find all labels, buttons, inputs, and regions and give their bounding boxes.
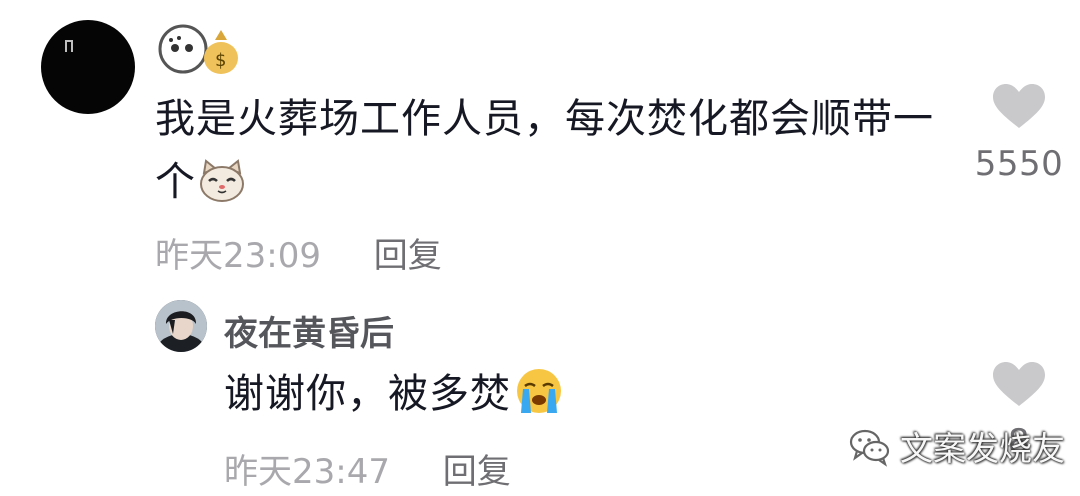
like-count: 5550 [974, 144, 1064, 184]
comment-username-emoji[interactable]: $ [155, 22, 245, 76]
reply-time: 昨天23:47 [224, 452, 390, 492]
reply-text: 谢谢你，被多焚 [224, 364, 565, 432]
money-bag-face-icon: $ [158, 24, 238, 74]
crying-face-icon [513, 367, 565, 432]
wechat-icon [849, 429, 890, 467]
like-button[interactable]: 5550 [964, 84, 1074, 184]
reply-body: 谢谢你，被多焚 [224, 371, 511, 417]
heart-icon [993, 362, 1045, 406]
comment-body: 我是火葬场工作人员，每次焚化都会顺带一个 [155, 96, 934, 205]
watermark: 文案发烧友 [848, 418, 1073, 474]
avatar-image [155, 300, 207, 352]
comment-thread: $ 我是火葬场工作人员，每次焚化都会顺带一个 昨天23:09 回复 5550 夜… [0, 0, 1080, 496]
watermark-text: 文案发烧友 [900, 429, 1065, 468]
cat-face-icon [198, 159, 246, 222]
comment-meta: 昨天23:09 回复 [155, 228, 442, 277]
comment-time: 昨天23:09 [155, 236, 321, 276]
reply-button[interactable]: 回复 [374, 236, 442, 276]
avatar-glyph [65, 40, 73, 52]
reply-meta: 昨天23:47 回复 [224, 444, 511, 493]
avatar[interactable] [41, 20, 135, 114]
reply-to-reply-button[interactable]: 回复 [443, 452, 511, 492]
reply-avatar[interactable] [155, 300, 207, 352]
heart-icon [993, 84, 1045, 128]
reply-username[interactable]: 夜在黄昏后 [224, 306, 394, 355]
comment-text: 我是火葬场工作人员，每次焚化都会顺带一个 [155, 88, 945, 222]
svg-text:$: $ [215, 50, 226, 71]
